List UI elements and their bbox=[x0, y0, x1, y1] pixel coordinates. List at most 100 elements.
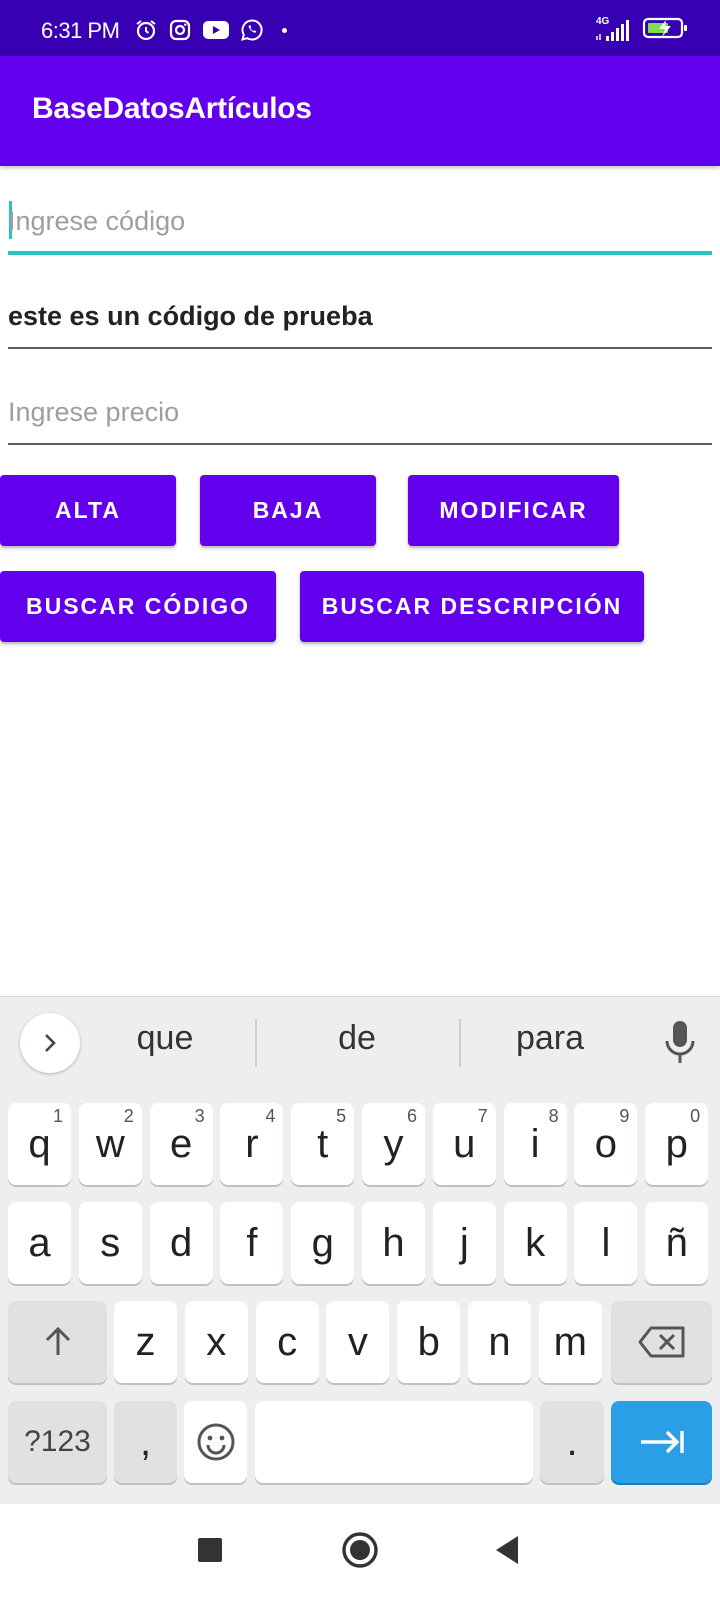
key-label: o bbox=[594, 1121, 618, 1166]
precio-input[interactable]: Ingrese precio bbox=[8, 375, 712, 445]
key-number-hint: 3 bbox=[194, 1106, 205, 1126]
key-label: z bbox=[135, 1319, 156, 1364]
suggestion-2[interactable]: de bbox=[287, 1019, 427, 1058]
key-label: j bbox=[459, 1220, 469, 1265]
key-label: c bbox=[277, 1319, 298, 1364]
key-number-hint: 1 bbox=[52, 1106, 63, 1126]
app-bar: BaseDatosArtículos bbox=[0, 56, 720, 166]
key-n[interactable]: n bbox=[468, 1301, 531, 1383]
codigo-placeholder: Ingrese código bbox=[8, 206, 186, 236]
key-number-hint: 2 bbox=[123, 1106, 134, 1126]
notification-icons bbox=[134, 18, 287, 42]
key-z[interactable]: z bbox=[114, 1301, 177, 1383]
precio-placeholder: Ingrese precio bbox=[8, 397, 180, 427]
whatsapp-icon bbox=[241, 19, 263, 41]
key-label: t bbox=[317, 1121, 329, 1166]
key-label: e bbox=[169, 1121, 193, 1166]
key-label: k bbox=[525, 1220, 546, 1265]
emoji-key[interactable] bbox=[184, 1401, 247, 1483]
key-k[interactable]: k bbox=[503, 1202, 567, 1284]
key-i[interactable]: i8 bbox=[503, 1103, 567, 1185]
key-v[interactable]: v bbox=[326, 1301, 390, 1383]
alarm-icon bbox=[136, 20, 156, 41]
microphone-icon[interactable] bbox=[660, 1019, 700, 1067]
key-t[interactable]: t5 bbox=[291, 1103, 355, 1185]
next-field-key[interactable] bbox=[611, 1401, 712, 1483]
buscar-descripcion-button[interactable]: BUSCAR DESCRIPCIÓN bbox=[300, 571, 644, 642]
backspace-icon bbox=[638, 1326, 684, 1358]
home-icon[interactable] bbox=[340, 1530, 380, 1570]
backspace-key[interactable] bbox=[611, 1301, 712, 1383]
instagram-icon bbox=[169, 19, 191, 41]
shift-arrow-icon bbox=[45, 1326, 70, 1355]
key-label: s bbox=[100, 1220, 121, 1265]
codigo-input[interactable]: Ingrese código bbox=[8, 184, 712, 255]
key-g[interactable]: g bbox=[291, 1202, 355, 1284]
suggestion-divider bbox=[459, 1019, 461, 1067]
key-a[interactable]: a bbox=[8, 1202, 71, 1284]
suggestion-1[interactable]: que bbox=[95, 1019, 235, 1058]
key-label: d bbox=[169, 1220, 193, 1265]
key-y[interactable]: y6 bbox=[362, 1103, 425, 1185]
key-m[interactable]: m bbox=[538, 1301, 602, 1383]
key-d[interactable]: d bbox=[149, 1202, 213, 1284]
key-label: f bbox=[246, 1220, 258, 1265]
key-label: i bbox=[530, 1121, 540, 1166]
key-s[interactable]: s bbox=[78, 1202, 142, 1284]
precio-underline bbox=[8, 443, 712, 445]
tab-arrow-icon bbox=[640, 1430, 684, 1454]
key-x[interactable]: x bbox=[184, 1301, 248, 1383]
key-number-hint: 5 bbox=[336, 1106, 347, 1126]
baja-button[interactable]: BAJA bbox=[200, 475, 376, 546]
back-icon[interactable] bbox=[488, 1530, 528, 1570]
key-c[interactable]: c bbox=[255, 1301, 319, 1383]
key-label: y bbox=[383, 1121, 404, 1166]
key-label: l bbox=[601, 1220, 611, 1265]
soft-keyboard: que de para ?123 , . q1w2e3r4t5y6u7i8o9p… bbox=[0, 996, 720, 1504]
key-ñ[interactable]: ñ bbox=[645, 1202, 709, 1284]
key-e[interactable]: e3 bbox=[149, 1103, 213, 1185]
expand-toolbar-button[interactable] bbox=[20, 1013, 80, 1073]
buscar-codigo-button[interactable]: BUSCAR CÓDIGO bbox=[0, 571, 276, 642]
codigo-underline bbox=[8, 251, 712, 255]
key-number-hint: 6 bbox=[406, 1106, 417, 1126]
status-time: 6:31 PM bbox=[41, 18, 120, 43]
key-o[interactable]: o9 bbox=[574, 1103, 638, 1185]
descripcion-value: este es un código de prueba bbox=[8, 301, 373, 331]
key-w[interactable]: w2 bbox=[78, 1103, 142, 1185]
status-bar: 6:31 PM 4G bbox=[0, 0, 720, 56]
descripcion-underline bbox=[8, 347, 712, 349]
youtube-icon bbox=[203, 21, 229, 39]
key-label: w bbox=[95, 1121, 125, 1166]
key-q[interactable]: q1 bbox=[8, 1103, 71, 1185]
system-icons: 4G bbox=[594, 14, 690, 42]
period-key[interactable]: . bbox=[540, 1401, 604, 1483]
suggestion-3[interactable]: para bbox=[480, 1019, 620, 1058]
modificar-button[interactable]: MODIFICAR bbox=[408, 475, 619, 546]
key-l[interactable]: l bbox=[574, 1202, 638, 1284]
signal-icon: 4G bbox=[594, 14, 632, 42]
alta-button[interactable]: ALTA bbox=[0, 475, 176, 546]
key-number-hint: 8 bbox=[548, 1106, 559, 1126]
descripcion-input[interactable]: este es un código de prueba bbox=[8, 279, 712, 349]
key-u[interactable]: u7 bbox=[432, 1103, 496, 1185]
key-label: a bbox=[28, 1220, 51, 1265]
key-f[interactable]: f bbox=[220, 1202, 284, 1284]
key-label: v bbox=[347, 1319, 368, 1364]
key-label: r bbox=[245, 1121, 259, 1166]
shift-key[interactable] bbox=[8, 1301, 107, 1383]
symbols-key[interactable]: ?123 bbox=[8, 1401, 107, 1483]
key-j[interactable]: j bbox=[432, 1202, 496, 1284]
key-b[interactable]: b bbox=[397, 1301, 461, 1383]
key-label: p bbox=[665, 1121, 688, 1166]
suggestion-bar: que de para bbox=[0, 997, 720, 1089]
key-p[interactable]: p0 bbox=[645, 1103, 709, 1185]
space-key[interactable] bbox=[255, 1401, 533, 1483]
recent-apps-icon[interactable] bbox=[190, 1530, 230, 1570]
navigation-bar bbox=[0, 1504, 720, 1600]
key-label: ñ bbox=[665, 1220, 688, 1265]
key-r[interactable]: r4 bbox=[220, 1103, 284, 1185]
comma-key[interactable]: , bbox=[114, 1401, 177, 1483]
key-h[interactable]: h bbox=[362, 1202, 425, 1284]
key-label: h bbox=[382, 1220, 405, 1265]
